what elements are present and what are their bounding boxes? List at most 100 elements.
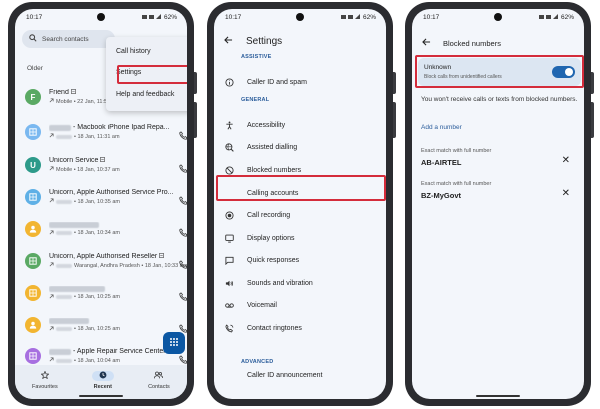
add-number-link[interactable]: Add a number (421, 124, 462, 131)
settings-item-sounds-and-vibration[interactable]: Sounds and vibration (222, 274, 382, 292)
battery-level: 62% (163, 13, 177, 21)
call-log-row[interactable]: • 18 Jan, 10:25 am (25, 280, 187, 306)
call-detail: • 18 Jan, 10:35 am (74, 198, 120, 205)
nav-label-contacts: Contacts (148, 384, 170, 390)
contacts-icon (154, 371, 164, 381)
search-icon (29, 34, 37, 44)
phone-icon[interactable] (179, 288, 187, 306)
remove-icon[interactable]: ✕ (562, 188, 570, 199)
business-icon (25, 285, 41, 301)
caller-name: Friend (49, 89, 69, 96)
phone-settings: 10:17 62% Settings ASSISTIVE Caller ID an… (207, 2, 396, 406)
call-log-row[interactable]: • 18 Jan, 10:34 am (25, 216, 187, 242)
menu-item-call-history[interactable]: Call history (116, 48, 151, 55)
status-time: 10:17 (26, 13, 43, 21)
blocked-label-1: Exact match with full number (421, 148, 492, 154)
nav-favourites[interactable]: Favourites (32, 370, 58, 390)
redacted-text (49, 124, 71, 131)
blocked-number-1: AB-AIRTEL (421, 158, 462, 167)
screen-recent: 10:17 62% Search contacts Call history S… (15, 9, 187, 399)
phone-icon[interactable] (179, 160, 187, 178)
outgoing-call-icon (49, 198, 54, 205)
section-older: Older (27, 65, 43, 72)
remove-icon[interactable]: ✕ (562, 155, 570, 166)
caller-name: Unicorn, Apple Authorised Reseller (49, 253, 158, 260)
phone-icon[interactable] (179, 224, 187, 242)
settings-item-contact-ringtones[interactable]: Contact ringtones (222, 319, 382, 337)
call-log-row[interactable]: U Unicorn Service Mobile • 18 Jan, 10:37 a… (25, 152, 187, 178)
settings-item-label: Contact ringtones (247, 324, 302, 332)
settings-item-caller-id-announcement[interactable]: Caller ID announcement (222, 366, 382, 384)
phone-icon[interactable] (179, 256, 187, 274)
settings-item-voicemail[interactable]: Voicemail (222, 296, 382, 314)
sim-icon (159, 253, 165, 260)
settings-item-label: Display options (247, 234, 295, 242)
settings-item-call-recording[interactable]: Call recording (222, 206, 382, 224)
settings-item-quick-responses[interactable]: Quick responses (222, 251, 382, 269)
back-arrow-icon[interactable] (422, 38, 431, 48)
dialpad-icon (169, 334, 179, 352)
call-detail: Mobile • 22 Jan, 11:5 (56, 98, 108, 105)
phone-icon[interactable] (179, 192, 187, 210)
settings-item-label: Quick responses (247, 256, 300, 264)
settings-item-label: Accessibility (247, 121, 286, 129)
business-icon (25, 253, 41, 269)
settings-item-accessibility[interactable]: Accessibility (222, 116, 382, 134)
settings-item-label: Sounds and vibration (247, 279, 313, 287)
redacted-text (56, 231, 72, 235)
front-camera (97, 13, 105, 21)
call-log-row[interactable]: Unicorn, Apple Authorised Reseller Warang… (25, 248, 187, 274)
screen-blocked: 10:17 62% Blocked numbers Unknown Block … (412, 9, 584, 399)
redacted-text (56, 295, 72, 299)
redacted-text (56, 263, 72, 268)
business-icon (25, 348, 41, 364)
settings-item-caller-id-and-spam[interactable]: Caller ID and spam (222, 73, 382, 91)
redacted-text (49, 348, 71, 355)
caller-name: - Apple Repair Service Center (73, 348, 166, 355)
settings-item-assisted-dialling[interactable]: Assisted dialling (222, 138, 382, 156)
highlight-settings (117, 65, 187, 84)
settings-item-label: Voicemail (247, 301, 277, 309)
outgoing-call-icon (49, 326, 54, 333)
sim-icon (70, 89, 76, 96)
outgoing-call-icon (49, 262, 54, 269)
back-arrow-icon[interactable] (224, 36, 233, 47)
page-title: Settings (246, 36, 283, 47)
phone-blocked-numbers: 10:17 62% Blocked numbers Unknown Block … (405, 2, 594, 406)
section-header-general: GENERAL (241, 97, 270, 103)
blocked-number-2: BZ-MyGovt (421, 191, 461, 200)
nav-recent[interactable]: Recent (91, 371, 114, 390)
dialpad-button[interactable] (163, 332, 185, 354)
nav-label-favourites: Favourites (32, 384, 58, 390)
settings-item-label: Caller ID announcement (247, 371, 323, 379)
outgoing-call-icon (49, 166, 54, 173)
record-icon (222, 210, 236, 220)
business-icon (25, 124, 41, 140)
menu-item-help[interactable]: Help and feedback (116, 91, 174, 98)
call-detail: Mobile • 18 Jan, 10:37 am (56, 166, 120, 173)
outgoing-call-icon (49, 98, 54, 105)
call-detail: • 18 Jan, 10:25 am (74, 294, 120, 300)
front-camera (296, 13, 304, 21)
person-icon (25, 221, 41, 237)
status-icons (340, 14, 361, 20)
person-icon (25, 317, 41, 333)
blocked-info-text: You won't receive calls or texts from bl… (421, 96, 578, 103)
globe-search-icon (222, 142, 236, 152)
settings-item-display-options[interactable]: Display options (222, 229, 382, 247)
blocked-label-2: Exact match with full number (421, 181, 492, 187)
status-time: 10:17 (225, 13, 242, 21)
caller-name: - Macbook iPhone Ipad Repa... (73, 124, 170, 131)
block-icon (222, 165, 236, 175)
phone-icon[interactable] (179, 127, 187, 145)
call-log-row[interactable]: • 18 Jan, 10:25 am (25, 312, 187, 338)
highlight-blocked-numbers (216, 175, 386, 201)
call-log-row[interactable]: Unicorn, Apple Authorised Service Pro...… (25, 184, 187, 210)
search-bar[interactable]: Search contacts (22, 30, 115, 48)
battery-level: 62% (362, 13, 376, 21)
redacted-text (49, 285, 105, 292)
display-icon (222, 234, 236, 243)
section-header-assistive: ASSISTIVE (241, 54, 272, 60)
nav-contacts[interactable]: Contacts (148, 371, 170, 390)
call-log-row[interactable]: - Macbook iPhone Ipad Repa... • 18 Jan, 1… (25, 119, 187, 145)
